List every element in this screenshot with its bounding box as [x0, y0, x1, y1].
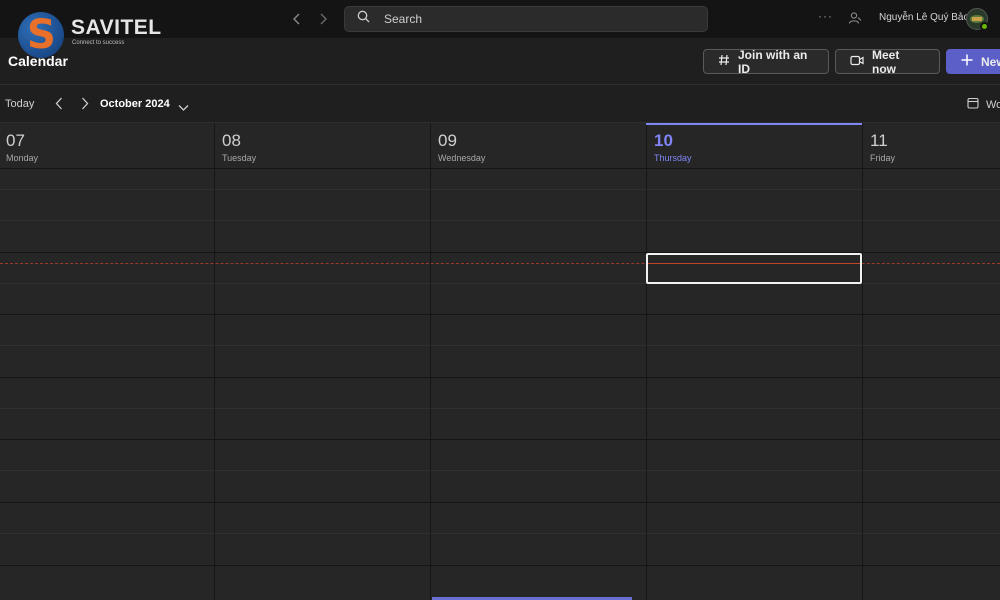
chevron-down-icon[interactable] — [178, 99, 189, 117]
grid-row-line — [0, 314, 1000, 315]
video-icon — [850, 55, 864, 69]
next-week-chevron-right-icon[interactable] — [81, 97, 89, 115]
day-name: Tuesday — [222, 153, 257, 163]
grid-row-line — [0, 377, 1000, 378]
grid-row-line — [0, 470, 1000, 471]
grid-column-line — [646, 123, 647, 600]
presence-available-badge — [980, 22, 989, 31]
join-with-id-label: Join with an ID — [738, 47, 808, 76]
grid-row-line — [0, 533, 1000, 534]
calendar-view-icon — [967, 96, 979, 114]
day-name: Wednesday — [438, 153, 486, 163]
people-icon[interactable] — [848, 11, 862, 30]
day-name: Thursday — [654, 153, 692, 163]
selected-time-slot[interactable] — [646, 253, 862, 284]
history-navigation — [292, 9, 328, 29]
view-switcher[interactable]: Wo — [967, 96, 1000, 114]
search-input[interactable] — [382, 11, 682, 27]
forward-chevron-icon[interactable] — [318, 9, 328, 29]
grid-row-line — [0, 565, 1000, 566]
join-with-id-button[interactable]: Join with an ID — [703, 47, 829, 76]
meet-now-button[interactable]: Meet now — [835, 47, 940, 76]
grid-row-line — [0, 345, 1000, 346]
back-chevron-icon[interactable] — [292, 9, 302, 29]
previous-week-chevron-left-icon[interactable] — [55, 97, 63, 115]
day-number: 07 — [6, 131, 25, 150]
grid-row-line — [0, 502, 1000, 503]
day-number: 10 — [654, 131, 673, 150]
grid-column-line — [430, 123, 431, 600]
avatar[interactable] — [966, 8, 989, 31]
grid-column-line — [862, 123, 863, 600]
more-options-button[interactable]: ··· — [818, 9, 833, 23]
search-box[interactable] — [344, 6, 708, 32]
plus-icon — [961, 54, 973, 69]
today-button[interactable]: Today — [5, 98, 34, 110]
day-header-thursday[interactable]: 10 Thursday — [648, 123, 862, 168]
hash-icon — [718, 54, 730, 69]
grid-row-line — [0, 408, 1000, 409]
day-name: Friday — [870, 153, 896, 163]
month-picker-label[interactable]: October 2024 — [100, 98, 170, 110]
grid-row-line — [0, 220, 1000, 221]
new-meeting-label: New — [981, 54, 1000, 69]
logo-letter: S — [27, 12, 56, 58]
grid-row-line — [0, 189, 1000, 190]
search-icon — [357, 10, 370, 28]
day-number: 09 — [438, 131, 457, 150]
brand-name: SAVITEL — [71, 16, 162, 39]
day-header-friday[interactable]: 11 Friday — [864, 123, 1000, 168]
header-divider — [0, 84, 1000, 85]
grid-row-line — [0, 168, 1000, 169]
user-name[interactable]: Nguyễn Lê Quý Bảo — [879, 12, 969, 23]
day-header-wednesday[interactable]: 09 Wednesday — [432, 123, 646, 168]
day-number: 08 — [222, 131, 241, 150]
page-title: Calendar — [8, 53, 68, 69]
day-number: 11 — [870, 131, 888, 150]
view-switcher-label: Wo — [986, 99, 1000, 111]
meet-now-label: Meet now — [872, 47, 900, 76]
day-name: Monday — [6, 153, 39, 163]
new-meeting-button[interactable]: New — [946, 49, 1000, 74]
logo-mark: S — [18, 12, 64, 58]
grid-row-line — [0, 439, 1000, 440]
brand-logo: S SAVITEL Connect to success — [18, 10, 168, 58]
grid-column-line — [214, 123, 215, 600]
brand-tagline: Connect to success — [72, 40, 125, 46]
week-grid[interactable]: 07 Monday 08 Tuesday 09 Wednesday 10 Thu… — [0, 123, 1000, 600]
day-header-tuesday[interactable]: 08 Tuesday — [216, 123, 430, 168]
day-header-monday[interactable]: 07 Monday — [0, 123, 214, 168]
